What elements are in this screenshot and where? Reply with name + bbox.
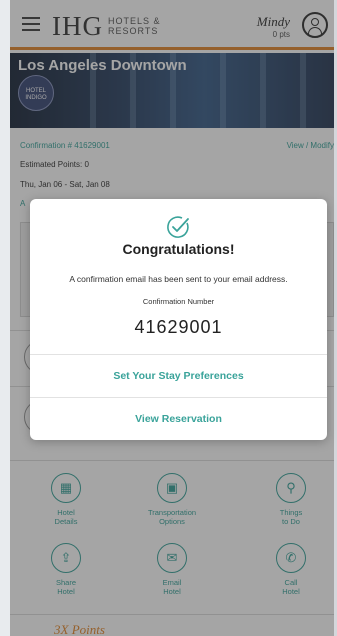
confirmation-number: 41629001 — [134, 317, 223, 337]
confirmation-number-label: Confirmation Number — [142, 297, 215, 306]
left-edge — [0, 0, 10, 636]
view-reservation-button[interactable]: View Reservation — [30, 398, 327, 440]
device-frame: IHG HOTELS & RESORTS Mindy 0 pts Los Ang… — [0, 0, 337, 636]
dialog-message: A confirmation email has been sent to yo… — [69, 274, 288, 284]
dialog-title: Congratulations! — [122, 241, 235, 257]
check-circle-icon — [167, 216, 189, 238]
set-stay-preferences-button[interactable]: Set Your Stay Preferences — [30, 355, 327, 397]
confirmation-dialog: Congratulations! A confirmation email ha… — [30, 199, 327, 440]
